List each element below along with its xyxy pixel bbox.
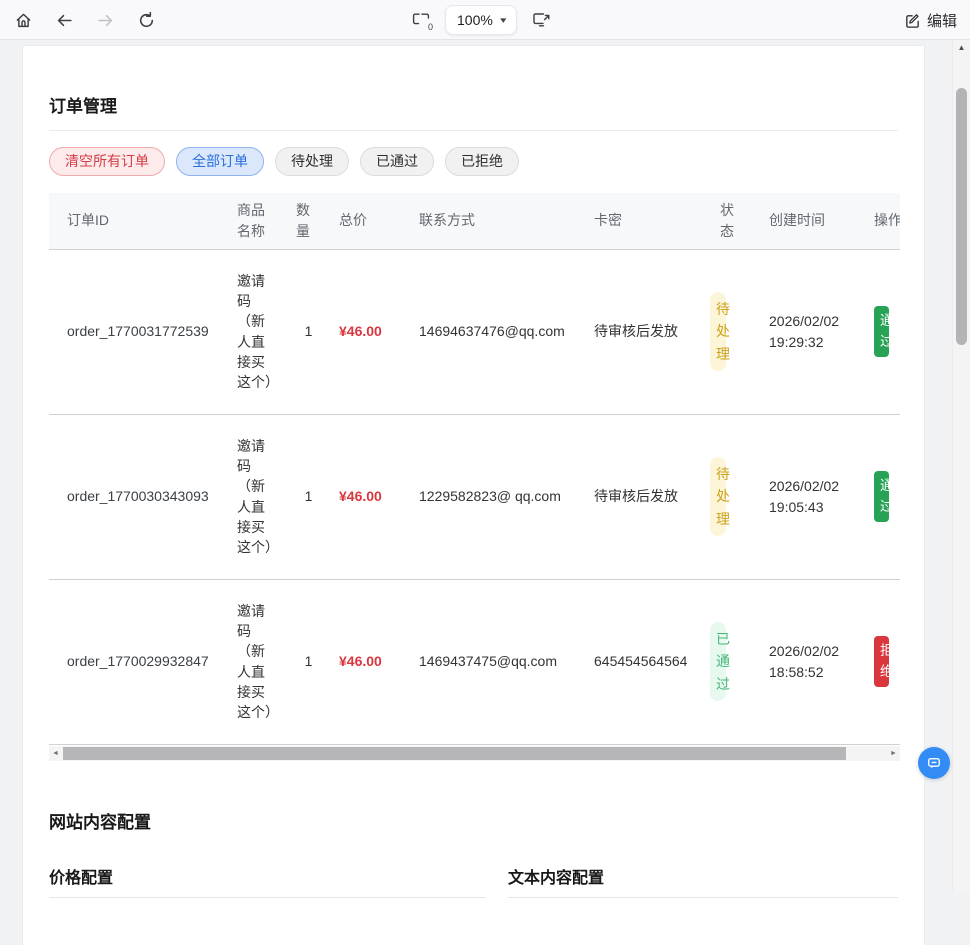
status-badge: 待处理	[710, 457, 726, 536]
horizontal-scrollbar[interactable]: ◄ ►	[49, 746, 900, 761]
order-id: order_1770030343093	[49, 414, 229, 579]
approve-button[interactable]: 通过	[874, 471, 889, 522]
order-id: order_1770029932847	[49, 579, 229, 744]
pencil-square-icon	[904, 12, 921, 29]
title-divider	[49, 130, 898, 131]
back-arrow-icon[interactable]	[53, 9, 75, 31]
total-price: ¥46.00	[331, 249, 411, 414]
content-card: 订单管理 清空所有订单 全部订单 待处理 已通过 已拒绝 订单ID 商品名称 数	[22, 45, 925, 945]
col-header-status: 状态	[706, 193, 761, 249]
order-filters: 清空所有订单 全部订单 待处理 已通过 已拒绝	[49, 147, 898, 176]
col-header-order-id: 订单ID	[49, 193, 229, 249]
created-time: 2026/02/02 19:29:32	[761, 249, 866, 414]
filter-pending-button[interactable]: 待处理	[275, 147, 349, 176]
table-row: order_1770029932847 邀请码（新人直接买这个） 1 ¥46.0…	[49, 579, 900, 744]
horizontal-scrollbar-thumb[interactable]	[63, 747, 846, 760]
product-name: 邀请码（新人直接买这个）	[229, 414, 286, 579]
config-columns: 价格配置 文本内容配置	[49, 864, 898, 898]
table-row: order_1770030343093 邀请码（新人直接买这个） 1 ¥46.0…	[49, 414, 900, 579]
vertical-scrollbar-thumb[interactable]	[956, 88, 967, 345]
zoom-level-value: 100%	[457, 12, 493, 28]
chat-fab-button[interactable]	[918, 747, 950, 779]
device-count: 0	[427, 23, 433, 32]
home-icon[interactable]	[12, 9, 34, 31]
refresh-icon[interactable]	[135, 9, 157, 31]
chevron-down-icon: ▾	[500, 15, 506, 26]
quantity: 1	[286, 579, 331, 744]
forward-arrow-icon[interactable]	[94, 9, 116, 31]
contact: 1229582823@ qq.com	[411, 414, 586, 579]
orders-table: 订单ID 商品名称 数量 总价 联系方式 卡密 状态 创建时间 操作 order…	[49, 193, 900, 745]
filter-all-orders-button[interactable]: 全部订单	[176, 147, 264, 176]
edit-button[interactable]: 编辑	[904, 10, 957, 31]
open-external-icon[interactable]	[530, 9, 552, 31]
col-header-action: 操作	[866, 193, 900, 249]
table-header-row: 订单ID 商品名称 数量 总价 联系方式 卡密 状态 创建时间 操作	[49, 193, 900, 249]
zoom-level-dropdown[interactable]: 100% ▾	[445, 5, 517, 35]
status-badge: 待处理	[710, 292, 726, 371]
created-time: 2026/02/02 18:58:52	[761, 579, 866, 744]
status-badge: 已通过	[710, 622, 726, 701]
price-config-title: 价格配置	[49, 864, 486, 888]
scroll-right-arrow-icon[interactable]: ►	[887, 746, 900, 761]
col-header-quantity: 数量	[286, 193, 331, 249]
reject-button[interactable]: 拒绝	[874, 636, 889, 687]
filter-approved-button[interactable]: 已通过	[360, 147, 434, 176]
col-header-product: 商品名称	[229, 193, 286, 249]
product-name: 邀请码（新人直接买这个）	[229, 249, 286, 414]
quantity: 1	[286, 414, 331, 579]
card-key: 待审核后发放	[586, 414, 706, 579]
product-name: 邀请码（新人直接买这个）	[229, 579, 286, 744]
scroll-up-arrow-icon[interactable]: ▲	[953, 43, 970, 52]
orders-table-wrapper: 订单ID 商品名称 数量 总价 联系方式 卡密 状态 创建时间 操作 order…	[49, 193, 900, 745]
vertical-scrollbar[interactable]: ▲	[952, 40, 970, 891]
page-background: 订单管理 清空所有订单 全部订单 待处理 已通过 已拒绝 订单ID 商品名称 数	[0, 40, 970, 891]
table-row: order_1770031772539 邀请码（新人直接买这个） 1 ¥46.0…	[49, 249, 900, 414]
total-price: ¥46.00	[331, 414, 411, 579]
text-config-section: 文本内容配置	[508, 864, 898, 898]
col-header-created: 创建时间	[761, 193, 866, 249]
contact: 1469437475@qq.com	[411, 579, 586, 744]
orders-section-title: 订单管理	[49, 92, 898, 117]
order-id: order_1770031772539	[49, 249, 229, 414]
col-header-total: 总价	[331, 193, 411, 249]
price-config-divider	[49, 897, 486, 898]
device-preview-icon[interactable]: 0	[410, 9, 432, 31]
quantity: 1	[286, 249, 331, 414]
col-header-card-key: 卡密	[586, 193, 706, 249]
created-time: 2026/02/02 19:05:43	[761, 414, 866, 579]
total-price: ¥46.00	[331, 579, 411, 744]
edit-button-label: 编辑	[927, 10, 957, 31]
card-key: 待审核后发放	[586, 249, 706, 414]
chat-bubble-icon	[925, 754, 943, 772]
contact: 14694637476@qq.com	[411, 249, 586, 414]
scroll-left-arrow-icon[interactable]: ◄	[49, 746, 62, 761]
filter-rejected-button[interactable]: 已拒绝	[445, 147, 519, 176]
approve-button[interactable]: 通过	[874, 306, 889, 357]
site-config-section-title: 网站内容配置	[49, 808, 898, 833]
text-config-divider	[508, 897, 898, 898]
text-config-title: 文本内容配置	[508, 864, 898, 888]
clear-all-orders-button[interactable]: 清空所有订单	[49, 147, 165, 176]
card-key: 645454564564	[586, 579, 706, 744]
browser-toolbar: 0 100% ▾ 编辑	[0, 0, 970, 40]
col-header-contact: 联系方式	[411, 193, 586, 249]
price-config-section: 价格配置	[49, 864, 486, 898]
